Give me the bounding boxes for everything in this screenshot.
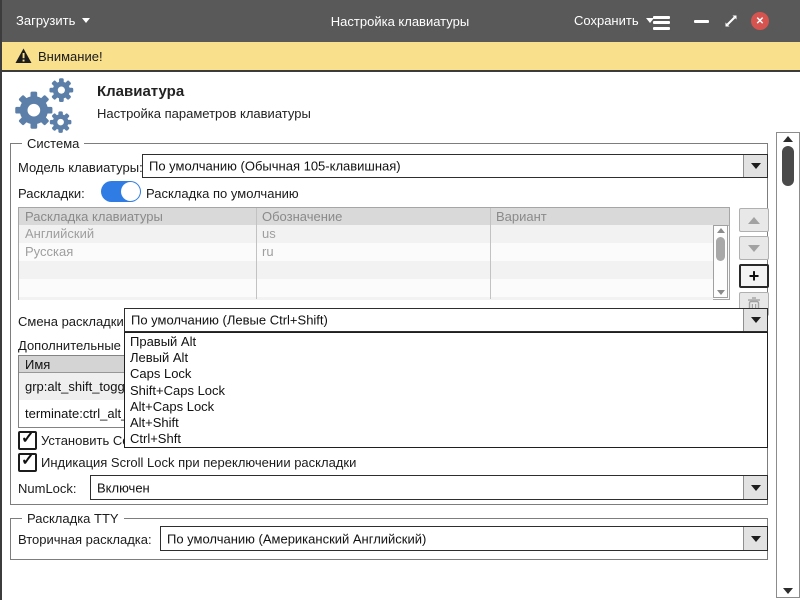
secondary-layout-value: По умолчанию (Американский Английский) [167,531,426,546]
main-scrollbar[interactable] [776,132,800,598]
column-divider [256,208,257,299]
column-header-code: Обозначение [262,209,342,224]
table-row: Английский us [19,225,713,243]
scrolllock-checkbox[interactable]: ✓ [18,453,37,472]
warning-banner: Внимание! [0,42,800,72]
scroll-up-icon[interactable] [783,136,793,142]
scroll-down-icon[interactable] [717,290,725,295]
check-icon: ✓ [21,450,34,470]
move-up-button [739,208,769,232]
check-icon: ✓ [21,428,34,448]
table-scrollbar[interactable] [713,225,728,298]
compose-checkbox[interactable]: ✓ [18,431,37,450]
column-divider [490,208,491,299]
keyboard-model-value: По умолчанию (Обычная 105-клавишная) [149,159,401,174]
default-layout-toggle[interactable] [101,181,141,202]
combo-arrow-button[interactable] [743,155,767,177]
dropdown-option[interactable]: Ctrl+Shft [125,431,767,447]
add-layout-button[interactable]: + [739,264,769,288]
layouts-table-header: Раскладка клавиатуры Обозначение Вариант [19,208,729,226]
keyboard-settings-window: Загрузить Настройка клавиатуры Сохранить… [0,0,800,600]
table-row: Русская ru [19,243,713,261]
numlock-select[interactable]: Включен [90,475,768,500]
dropdown-option[interactable]: Левый Alt [125,349,767,365]
triangle-up-icon [748,217,760,224]
combo-arrow-button[interactable] [743,476,767,499]
layouts-table: Раскладка клавиатуры Обозначение Вариант… [18,207,730,300]
column-header-variant: Вариант [496,209,547,224]
tty-group-legend: Раскладка TTY [22,511,124,526]
move-down-button [739,236,769,260]
numlock-value: Включен [97,480,150,495]
dropdown-option[interactable]: Правый Alt [125,333,767,349]
triangle-down-icon [751,163,761,169]
maximize-icon[interactable] [723,13,739,34]
keyboard-gears-icon [8,76,82,139]
default-layout-toggle-text: Раскладка по умолчанию [146,186,299,201]
triangle-down-icon [751,317,761,323]
triangle-down-icon [751,485,761,491]
table-row-empty [19,261,713,279]
minimize-icon[interactable] [694,20,709,23]
cell-code: us [262,226,276,241]
triangle-down-icon [748,245,760,252]
combo-arrow-button[interactable] [743,309,767,331]
page-title: Клавиатура [97,83,184,100]
compose-checkbox-label: Установить Со [41,433,129,448]
cell-code: ru [262,244,274,259]
menu-icon[interactable] [653,13,670,32]
switch-layout-label: Смена раскладки: [18,314,127,329]
scroll-up-icon[interactable] [717,228,725,233]
dropdown-option[interactable]: Alt+Shift [125,414,767,430]
save-menu-button[interactable]: Сохранить [574,13,654,28]
column-header-layout: Раскладка клавиатуры [25,209,163,224]
page-subtitle: Настройка параметров клавиатуры [97,106,311,121]
dropdown-option[interactable]: Alt+Caps Lock [125,398,767,414]
switch-layout-dropdown: Правый Alt Левый Alt Caps Lock Shift+Cap… [124,332,768,448]
cell-layout: Английский [25,226,94,241]
scrolllock-checkbox-label: Индикация Scroll Lock при переключении р… [41,455,356,470]
numlock-label: NumLock: [18,481,77,496]
triangle-down-icon [751,536,761,542]
secondary-layout-select[interactable]: По умолчанию (Американский Английский) [160,526,768,551]
table-row-empty [19,279,713,297]
toggle-knob [121,182,140,201]
secondary-layout-label: Вторичная раскладка: [18,532,152,547]
table-row-empty [19,297,713,300]
system-group-legend: Система [22,136,84,151]
keyboard-model-label: Модель клавиатуры: [18,160,143,175]
switch-layout-value: По умолчанию (Левые Ctrl+Shift) [131,313,328,328]
switch-layout-select[interactable]: По умолчанию (Левые Ctrl+Shift) [124,308,768,332]
table-scrollbar-thumb[interactable] [716,237,725,261]
main-scrollbar-thumb[interactable] [782,146,794,186]
scroll-down-icon[interactable] [783,588,793,594]
warning-text: Внимание! [38,49,103,64]
window-title: Настройка клавиатуры [0,14,800,29]
dropdown-option[interactable]: Caps Lock [125,366,767,382]
warning-icon [15,48,32,69]
layouts-label: Раскладки: [18,186,85,201]
cell-layout: Русская [25,244,73,259]
keyboard-model-select[interactable]: По умолчанию (Обычная 105-клавишная) [142,154,768,178]
combo-arrow-button[interactable] [743,527,767,550]
save-menu-label: Сохранить [574,13,639,28]
titlebar: Загрузить Настройка клавиатуры Сохранить… [0,0,800,42]
dropdown-option[interactable]: Shift+Caps Lock [125,382,767,398]
additional-options-label: Дополнительные о [18,338,132,353]
close-icon[interactable]: ✕ [751,12,769,30]
